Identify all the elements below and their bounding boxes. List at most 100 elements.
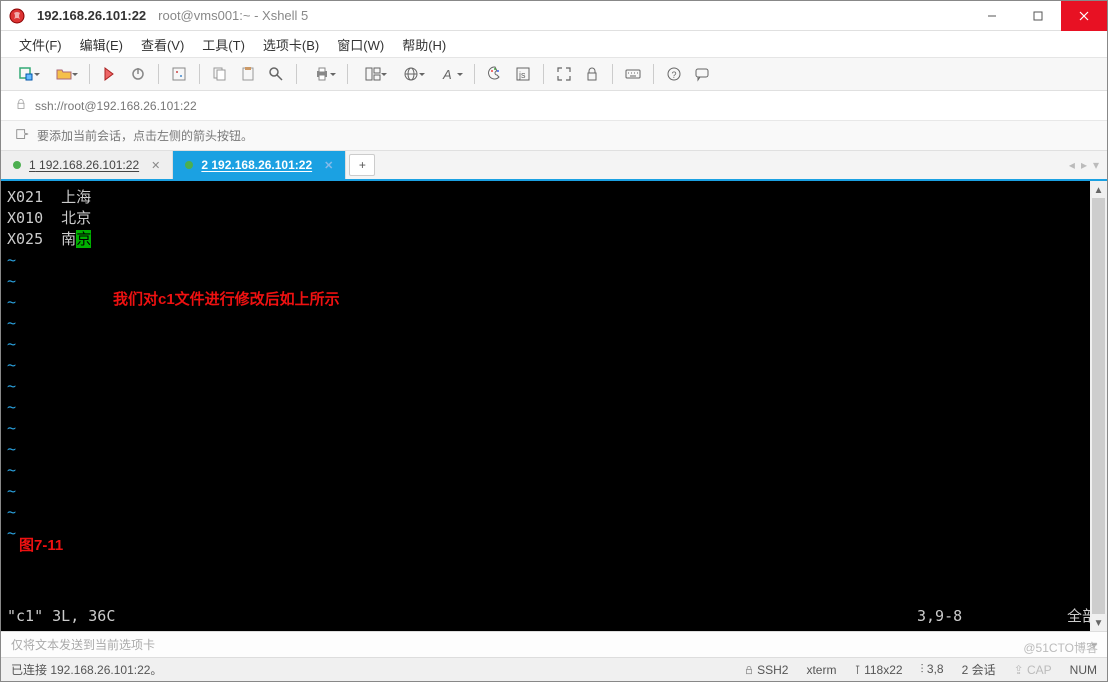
terminal-tilde: ~ xyxy=(7,397,1107,418)
window-subtitle: root@vms001:~ - Xshell 5 xyxy=(158,8,308,23)
terminal-tilde: ~ xyxy=(7,523,1107,544)
scroll-up-icon[interactable]: ▴ xyxy=(1090,181,1107,198)
menu-file[interactable]: 文件(F) xyxy=(11,32,70,57)
window-title: 192.168.26.101:22 xyxy=(37,8,146,23)
status-dot-icon xyxy=(185,161,193,169)
feedback-button[interactable] xyxy=(690,62,714,86)
disconnect-button[interactable] xyxy=(126,62,150,86)
keyboard-button[interactable] xyxy=(621,62,645,86)
status-num: NUM xyxy=(1070,663,1097,677)
terminal-tilde: ~ xyxy=(7,250,1107,271)
scroll-down-icon[interactable]: ▾ xyxy=(1090,614,1107,631)
tab-nav: ◂ ▸ ▾ xyxy=(1061,151,1107,179)
tabbar: 1 192.168.26.101:22 ✕ 2 192.168.26.101:2… xyxy=(1,151,1107,181)
vim-file-info: "c1" 3L, 36C xyxy=(7,606,917,627)
close-button[interactable] xyxy=(1061,1,1107,31)
address-url[interactable]: ssh://root@192.168.26.101:22 xyxy=(35,99,1093,113)
scrollbar[interactable]: ▴ ▾ xyxy=(1090,181,1107,631)
svg-text:?: ? xyxy=(672,70,677,80)
terminal-tilde: ~ xyxy=(7,334,1107,355)
maximize-button[interactable] xyxy=(1015,1,1061,31)
menu-help[interactable]: 帮助(H) xyxy=(394,32,454,57)
terminal[interactable]: X021 上海 X010 北京 X025 南京 ~ ~ ~ ~ ~ ~ ~ ~ … xyxy=(1,181,1107,631)
session-tab-2[interactable]: 2 192.168.26.101:22 ✕ xyxy=(173,151,346,179)
statusbar: 已连接 192.168.26.101:22。 SSH2 xterm ⊺ 118x… xyxy=(1,657,1107,681)
session-tab-1[interactable]: 1 192.168.26.101:22 ✕ xyxy=(1,151,173,179)
app-icon xyxy=(9,8,25,24)
separator xyxy=(158,64,159,84)
tab-prev-icon[interactable]: ◂ xyxy=(1069,158,1075,172)
status-ssh: SSH2 xyxy=(744,663,789,677)
open-button[interactable] xyxy=(47,62,81,86)
add-session-arrow-icon[interactable] xyxy=(15,127,29,144)
menu-window[interactable]: 窗口(W) xyxy=(329,32,392,57)
svg-text:A: A xyxy=(442,67,452,82)
status-sessions: 2 会话 xyxy=(962,661,996,678)
terminal-tilde: ~ xyxy=(7,460,1107,481)
status-cursor: ⫶ 3,8 xyxy=(921,662,944,677)
annotation-text: 我们对c1文件进行修改后如上所示 xyxy=(113,289,340,310)
separator xyxy=(89,64,90,84)
vim-cursor-pos: 3,9-8 xyxy=(917,606,1037,627)
terminal-line: X021 上海 xyxy=(7,187,1107,208)
color-button[interactable] xyxy=(483,62,507,86)
close-icon[interactable]: ✕ xyxy=(324,159,333,172)
figure-label: 图7-11 xyxy=(19,535,63,556)
status-dot-icon xyxy=(13,161,21,169)
terminal-tilde: ~ xyxy=(7,376,1107,397)
script-button[interactable]: js xyxy=(511,62,535,86)
status-cap: ⇪ CAP xyxy=(1014,663,1052,677)
tab-list-icon[interactable]: ▾ xyxy=(1093,158,1099,172)
terminal-tilde: ~ xyxy=(7,481,1107,502)
menu-edit[interactable]: 编辑(E) xyxy=(72,32,131,57)
input-dropdown-icon[interactable]: ▾ xyxy=(1091,638,1097,652)
vim-statusline: "c1" 3L, 36C 3,9-8 全部 xyxy=(7,606,1097,627)
status-connection: 已连接 192.168.26.101:22。 xyxy=(11,661,162,678)
encoding-button[interactable] xyxy=(394,62,428,86)
toolbar: A js ? xyxy=(1,57,1107,91)
copy-button[interactable] xyxy=(208,62,232,86)
fullscreen-button[interactable] xyxy=(552,62,576,86)
separator xyxy=(474,64,475,84)
reconnect-button[interactable] xyxy=(98,62,122,86)
hint-text: 要添加当前会话，点击左侧的箭头按钮。 xyxy=(37,127,253,144)
menu-tools[interactable]: 工具(T) xyxy=(194,32,253,57)
minimize-button[interactable] xyxy=(969,1,1015,31)
new-session-button[interactable] xyxy=(9,62,43,86)
scroll-thumb[interactable] xyxy=(1092,198,1105,614)
paste-button[interactable] xyxy=(236,62,260,86)
menubar: 文件(F) 编辑(E) 查看(V) 工具(T) 选项卡(B) 窗口(W) 帮助(… xyxy=(1,31,1107,57)
separator xyxy=(199,64,200,84)
terminal-tilde: ~ xyxy=(7,418,1107,439)
terminal-line: X010 北京 xyxy=(7,208,1107,229)
vim-scroll-pos: 全部 xyxy=(1037,606,1097,627)
svg-text:js: js xyxy=(518,70,526,80)
add-tab-button[interactable]: + xyxy=(349,154,375,176)
layout-button[interactable] xyxy=(356,62,390,86)
separator xyxy=(543,64,544,84)
lock-button[interactable] xyxy=(580,62,604,86)
separator xyxy=(612,64,613,84)
properties-button[interactable] xyxy=(167,62,191,86)
separator xyxy=(653,64,654,84)
menu-tabs[interactable]: 选项卡(B) xyxy=(255,32,327,57)
input-placeholder: 仅将文本发送到当前选项卡 xyxy=(11,636,155,653)
find-button[interactable] xyxy=(264,62,288,86)
status-term: xterm xyxy=(806,663,836,677)
separator xyxy=(347,64,348,84)
command-input-bar[interactable]: 仅将文本发送到当前选项卡 ▾ xyxy=(1,631,1107,657)
lock-icon xyxy=(15,98,27,113)
close-icon[interactable]: ✕ xyxy=(151,159,160,172)
status-size: ⊺ 118x22 xyxy=(854,663,902,677)
print-button[interactable] xyxy=(305,62,339,86)
tab-next-icon[interactable]: ▸ xyxy=(1081,158,1087,172)
terminal-tilde: ~ xyxy=(7,355,1107,376)
infobar: 要添加当前会话，点击左侧的箭头按钮。 xyxy=(1,121,1107,151)
addressbar: ssh://root@192.168.26.101:22 xyxy=(1,91,1107,121)
separator xyxy=(296,64,297,84)
terminal-tilde: ~ xyxy=(7,313,1107,334)
font-button[interactable]: A xyxy=(432,62,466,86)
menu-view[interactable]: 查看(V) xyxy=(133,32,192,57)
help-button[interactable]: ? xyxy=(662,62,686,86)
terminal-tilde: ~ xyxy=(7,502,1107,523)
